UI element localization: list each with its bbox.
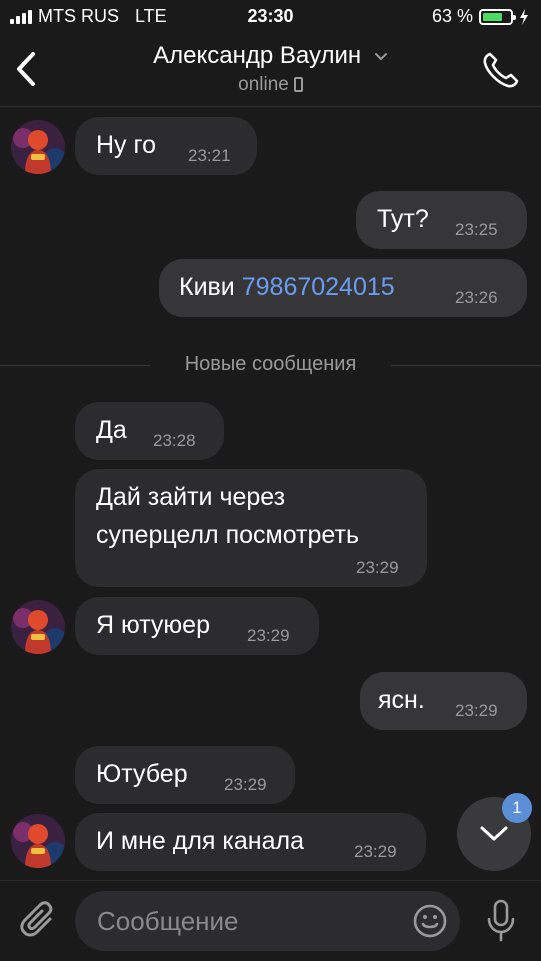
avatar[interactable] bbox=[11, 120, 65, 174]
message-bubble-incoming[interactable]: Дай зайти через суперцелл посмотреть 23:… bbox=[75, 469, 427, 587]
message-composer: Сообщение bbox=[0, 880, 541, 961]
message-text: Да bbox=[96, 416, 127, 444]
message-time: 23:29 bbox=[455, 701, 498, 720]
contact-title[interactable]: Александр Ваулин bbox=[0, 42, 541, 70]
message-bubble-outgoing[interactable]: Тут? 23:25 bbox=[356, 191, 527, 249]
charging-icon bbox=[520, 8, 528, 25]
phone-number-link[interactable]: 79867024015 bbox=[242, 273, 395, 301]
message-time: 23:29 bbox=[247, 626, 290, 645]
message-bubble-outgoing[interactable]: Киви 79867024015 23:26 bbox=[159, 259, 527, 317]
paperclip-icon[interactable] bbox=[20, 901, 58, 941]
message-text-line: Дай зайти через bbox=[96, 483, 286, 511]
message-time: 23:25 bbox=[455, 220, 498, 239]
message-text-line: суперцелл посмотреть bbox=[96, 521, 359, 549]
message-time: 23:26 bbox=[455, 288, 498, 307]
message-bubble-outgoing[interactable]: ясн. 23:29 bbox=[360, 672, 527, 730]
contact-status: online bbox=[0, 74, 541, 96]
status-bar: MTS RUS LTE 23:30 63 % bbox=[0, 0, 541, 32]
message-time: 23:29 bbox=[356, 558, 399, 577]
message-bubble-incoming[interactable]: Я ютуюер 23:29 bbox=[75, 597, 319, 655]
message-bubble-incoming[interactable]: Ютубер 23:29 bbox=[75, 746, 295, 804]
contact-name: Александр Ваулин bbox=[153, 42, 362, 69]
chevron-down-icon bbox=[374, 52, 387, 61]
avatar[interactable] bbox=[11, 600, 65, 654]
message-bubble-incoming[interactable]: Ну го 23:21 bbox=[75, 117, 257, 175]
emoji-icon[interactable] bbox=[412, 903, 448, 939]
message-time: 23:21 bbox=[188, 146, 231, 165]
message-time: 23:28 bbox=[153, 431, 196, 450]
microphone-icon[interactable] bbox=[484, 899, 518, 943]
message-text: Я ютуюер bbox=[96, 611, 210, 639]
message-input-placeholder: Сообщение bbox=[97, 906, 239, 936]
avatar[interactable] bbox=[11, 814, 65, 868]
chevron-down-icon bbox=[480, 826, 508, 841]
new-messages-label: Новые сообщения bbox=[184, 353, 357, 375]
chat-header: Александр Ваулин online bbox=[0, 32, 541, 107]
phone-call-icon[interactable] bbox=[481, 50, 521, 90]
new-messages-divider: Новые сообщения bbox=[0, 353, 541, 377]
message-text: ясн. bbox=[378, 686, 425, 714]
message-bubble-incoming[interactable]: Да 23:28 bbox=[75, 402, 224, 460]
message-time: 23:29 bbox=[354, 842, 397, 861]
message-time: 23:29 bbox=[224, 775, 267, 794]
message-bubble-incoming[interactable]: И мне для канала 23:29 bbox=[75, 813, 426, 871]
message-text: Тут? bbox=[377, 205, 429, 233]
online-status: online bbox=[238, 74, 289, 95]
message-text: Киви 79867024015 bbox=[179, 273, 395, 302]
unread-count-badge: 1 bbox=[502, 793, 532, 823]
message-text: И мне для канала bbox=[96, 827, 305, 855]
battery-icon bbox=[479, 8, 516, 25]
message-input[interactable]: Сообщение bbox=[75, 891, 460, 951]
battery-percent: 63 % bbox=[431, 6, 473, 26]
message-text: Ну го bbox=[96, 131, 156, 159]
message-text-prefix: Киви bbox=[179, 273, 235, 301]
mobile-device-icon bbox=[293, 77, 303, 92]
message-text: Ютубер bbox=[96, 760, 188, 788]
